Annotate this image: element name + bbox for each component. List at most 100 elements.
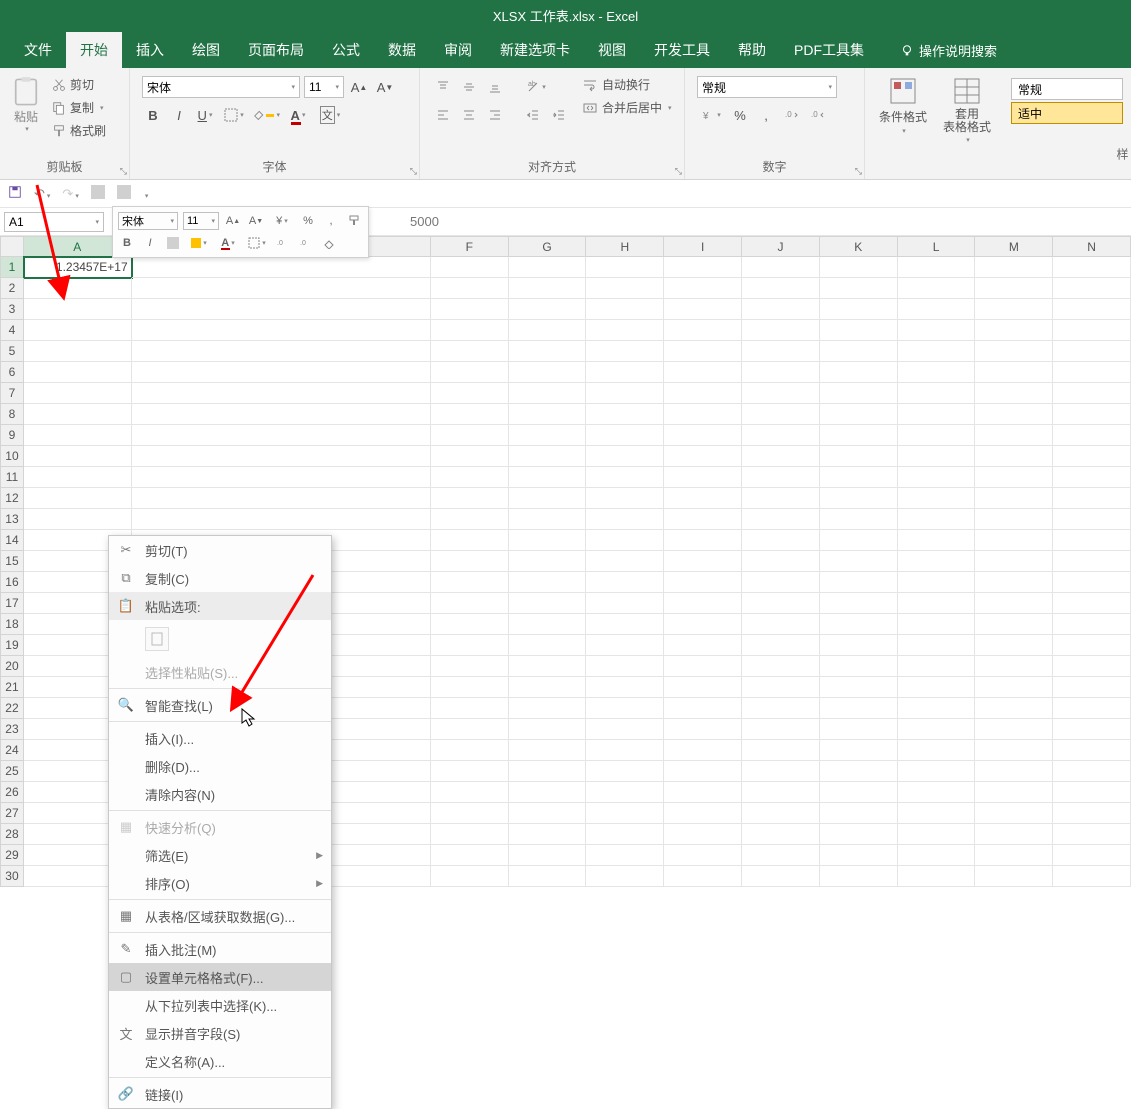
cell[interactable] (742, 677, 820, 698)
cell[interactable] (1053, 635, 1131, 656)
cell[interactable] (742, 509, 820, 530)
cell[interactable] (1053, 446, 1131, 467)
menu-insert[interactable]: 插入(I)... (109, 724, 331, 752)
cell[interactable] (820, 530, 898, 551)
menu-hyperlink[interactable]: 🔗 链接(I) (109, 1080, 331, 1108)
cell[interactable] (820, 299, 898, 320)
cell[interactable] (509, 278, 587, 299)
cell[interactable] (664, 362, 742, 383)
cell-style-normal[interactable]: 常规 (1011, 78, 1123, 100)
cell[interactable] (742, 845, 820, 866)
cell[interactable] (24, 341, 132, 362)
cell[interactable] (820, 614, 898, 635)
cell[interactable] (898, 446, 976, 467)
cell[interactable] (1053, 299, 1131, 320)
menu-filter[interactable]: 筛选(E) ▶ (109, 841, 331, 869)
cell[interactable] (24, 299, 132, 320)
cell[interactable] (586, 761, 664, 782)
tab-developer[interactable]: 开发工具 (640, 32, 724, 68)
cell[interactable] (431, 761, 509, 782)
cell[interactable] (509, 299, 587, 320)
cell[interactable] (586, 551, 664, 572)
cell[interactable] (742, 656, 820, 677)
cell[interactable] (586, 404, 664, 425)
cell[interactable] (431, 467, 509, 488)
cell[interactable] (1053, 866, 1131, 887)
menu-copy[interactable]: ⧉ 复制(C) (109, 564, 331, 592)
cell[interactable] (742, 593, 820, 614)
italic-button[interactable]: I (168, 104, 190, 126)
tab-review[interactable]: 审阅 (430, 32, 486, 68)
tab-file[interactable]: 文件 (10, 32, 66, 68)
cell[interactable] (664, 824, 742, 845)
spreadsheet-grid[interactable]: AFGHIJKLMN 11.23457E+1723456789101112131… (0, 236, 1131, 887)
cell[interactable] (664, 383, 742, 404)
cell[interactable] (975, 488, 1053, 509)
cell[interactable] (132, 488, 431, 509)
cell[interactable] (1053, 551, 1131, 572)
cell[interactable] (431, 845, 509, 866)
cell[interactable] (898, 824, 976, 845)
col-header-N[interactable]: N (1053, 236, 1131, 257)
cell[interactable] (820, 593, 898, 614)
cell[interactable] (24, 488, 132, 509)
cell[interactable] (820, 341, 898, 362)
cell[interactable] (1053, 530, 1131, 551)
cell[interactable] (1053, 509, 1131, 530)
cell[interactable] (975, 719, 1053, 740)
cell[interactable] (975, 404, 1053, 425)
cell[interactable] (509, 656, 587, 677)
row-header-9[interactable]: 9 (0, 425, 24, 446)
cell[interactable] (664, 656, 742, 677)
qat-button-1[interactable] (91, 185, 105, 202)
decrease-decimal-button[interactable]: .0 (807, 104, 829, 126)
mini-inc-decimal[interactable]: .0 (274, 234, 292, 252)
tab-custom[interactable]: 新建选项卡 (486, 32, 584, 68)
decrease-indent-button[interactable] (522, 104, 544, 126)
cell[interactable] (509, 803, 587, 824)
cell[interactable] (1053, 803, 1131, 824)
cell[interactable] (664, 593, 742, 614)
cell[interactable] (431, 803, 509, 824)
row-header-25[interactable]: 25 (0, 761, 24, 782)
cell[interactable] (509, 551, 587, 572)
cell[interactable] (975, 635, 1053, 656)
cell[interactable] (975, 257, 1053, 278)
mini-font-select[interactable]: 宋体▾ (118, 212, 178, 230)
align-middle-button[interactable] (458, 76, 480, 98)
cell[interactable] (820, 845, 898, 866)
fill-color-button[interactable]: ▾ (252, 104, 280, 126)
cell[interactable] (431, 635, 509, 656)
cell[interactable] (898, 866, 976, 887)
tab-home[interactable]: 开始 (66, 32, 122, 68)
cell[interactable] (1053, 425, 1131, 446)
cell[interactable] (24, 383, 132, 404)
cell[interactable] (586, 656, 664, 677)
cell[interactable] (586, 824, 664, 845)
cell[interactable] (742, 446, 820, 467)
cell[interactable] (664, 698, 742, 719)
cell[interactable] (586, 257, 664, 278)
cell[interactable] (586, 530, 664, 551)
cell[interactable] (898, 278, 976, 299)
cell[interactable] (975, 425, 1053, 446)
cell[interactable] (586, 782, 664, 803)
cell[interactable] (898, 740, 976, 761)
cell[interactable] (898, 719, 976, 740)
cell[interactable] (431, 782, 509, 803)
redo-button[interactable]: ↷▾ (62, 186, 78, 202)
menu-define-name[interactable]: 定义名称(A)... (109, 1047, 331, 1075)
cell[interactable] (742, 488, 820, 509)
row-header-1[interactable]: 1 (0, 257, 24, 278)
cell[interactable] (975, 677, 1053, 698)
cell[interactable] (742, 299, 820, 320)
cell[interactable] (820, 467, 898, 488)
cell[interactable] (24, 446, 132, 467)
cell[interactable] (898, 698, 976, 719)
cell[interactable] (898, 677, 976, 698)
tab-help[interactable]: 帮助 (724, 32, 780, 68)
cell[interactable] (975, 383, 1053, 404)
cell[interactable] (664, 257, 742, 278)
cell[interactable] (898, 572, 976, 593)
cell[interactable] (1053, 782, 1131, 803)
